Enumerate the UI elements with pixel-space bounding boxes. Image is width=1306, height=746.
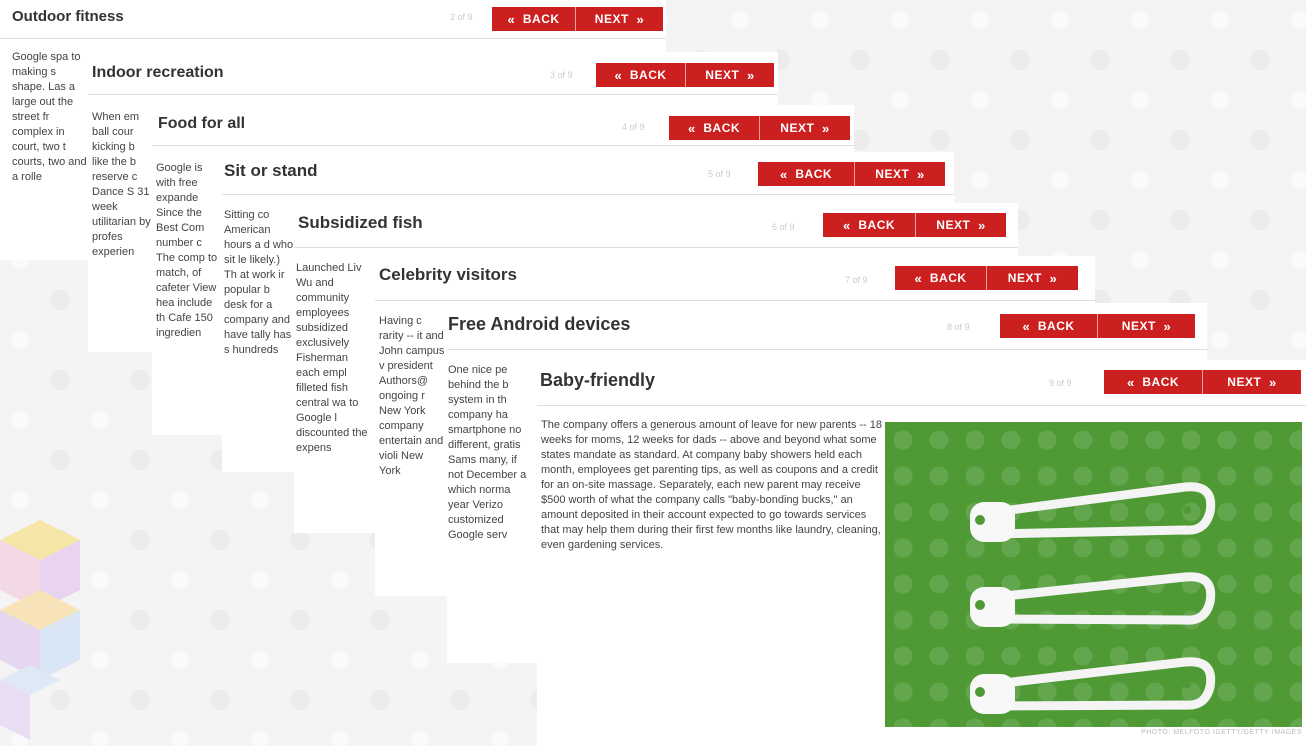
- chevron-double-right-icon: »: [1049, 270, 1058, 286]
- back-button[interactable]: « BACK: [895, 266, 987, 290]
- slide-title: Free Android devices: [448, 314, 631, 334]
- back-button[interactable]: « BACK: [1000, 314, 1098, 338]
- next-button[interactable]: NEXT »: [855, 162, 945, 186]
- chevron-double-right-icon: »: [1163, 318, 1172, 334]
- chevron-double-right-icon: »: [821, 120, 830, 136]
- next-button[interactable]: NEXT »: [760, 116, 850, 140]
- divider: [88, 94, 778, 95]
- slide-counter: 5 of 9: [708, 169, 731, 179]
- chevron-double-right-icon: »: [636, 11, 645, 27]
- next-button[interactable]: NEXT »: [987, 266, 1078, 290]
- back-button[interactable]: « BACK: [596, 63, 686, 87]
- slide-body-text: Google is with free expande Since the Be…: [156, 162, 218, 339]
- slide-title: Indoor recreation: [92, 64, 224, 81]
- slide-body-text: One nice pe behind the b system in th co…: [448, 364, 527, 541]
- divider: [447, 349, 1207, 350]
- slide-baby-friendly: Baby-friendly 9 of 9 « BACK NEXT » The c…: [537, 360, 1306, 746]
- slide-body-text: The company offers a generous amount of …: [541, 419, 882, 551]
- slide-counter: 2 of 9: [450, 12, 473, 22]
- slide-title: Food for all: [158, 115, 246, 132]
- back-button[interactable]: « BACK: [669, 116, 760, 140]
- slide-nav: « BACK NEXT »: [895, 266, 1078, 290]
- divider: [294, 247, 1018, 248]
- next-button[interactable]: NEXT »: [1098, 314, 1195, 338]
- safety-pins-illustration: [970, 482, 1216, 714]
- divider: [375, 300, 1095, 301]
- back-button[interactable]: « BACK: [492, 7, 576, 31]
- back-button[interactable]: « BACK: [758, 162, 855, 186]
- slide-body-text: When em ball cour kicking b like the b r…: [92, 111, 151, 258]
- slide-nav: « BACK NEXT »: [823, 213, 1006, 237]
- slide-nav: « BACK NEXT »: [1104, 370, 1301, 394]
- chevron-double-left-icon: «: [687, 120, 696, 136]
- slide-body-text: Google spa to making s shape. Las a larg…: [12, 51, 87, 183]
- chevron-double-left-icon: «: [1022, 318, 1031, 334]
- divider: [0, 38, 666, 39]
- slide-title: Baby-friendly: [540, 370, 656, 390]
- slide-counter: 3 of 9: [550, 70, 573, 80]
- slide-nav: « BACK NEXT »: [492, 7, 663, 31]
- slide-nav: « BACK NEXT »: [758, 162, 945, 186]
- safety-pins-photo: [885, 422, 1302, 727]
- chevron-double-left-icon: «: [614, 67, 623, 83]
- slide-counter: 8 of 9: [947, 322, 970, 332]
- slide-nav: « BACK NEXT »: [1000, 314, 1195, 338]
- divider: [222, 194, 954, 195]
- divider: [537, 405, 1306, 406]
- chevron-double-left-icon: «: [842, 217, 851, 233]
- slide-title: Sit or stand: [224, 161, 318, 180]
- chevron-double-left-icon: «: [914, 270, 923, 286]
- next-button[interactable]: NEXT »: [576, 7, 663, 31]
- slide-title: Celebrity visitors: [379, 265, 517, 284]
- slide-title: Outdoor fitness: [12, 8, 124, 25]
- next-button[interactable]: NEXT »: [686, 63, 774, 87]
- photo-credit: PHOTO: MELFOTO IGETTY/GETTY IMAGES: [1141, 729, 1302, 736]
- slide-counter: 4 of 9: [622, 122, 645, 132]
- chevron-double-right-icon: »: [977, 217, 986, 233]
- chevron-double-right-icon: »: [916, 166, 925, 182]
- slide-body-text: Launched Liv Wu and community employees …: [296, 262, 368, 454]
- slide-counter: 9 of 9: [1049, 378, 1072, 388]
- chevron-double-left-icon: «: [1126, 374, 1135, 390]
- chevron-double-right-icon: »: [1268, 374, 1277, 390]
- chevron-double-left-icon: «: [779, 166, 788, 182]
- slide-body-text: Sitting co American hours a d who sit le…: [224, 209, 294, 356]
- chevron-double-left-icon: «: [507, 11, 516, 27]
- back-button[interactable]: « BACK: [1104, 370, 1203, 394]
- slide-nav: « BACK NEXT »: [596, 63, 774, 87]
- next-button[interactable]: NEXT »: [1203, 370, 1301, 394]
- back-button[interactable]: « BACK: [823, 213, 916, 237]
- slide-body-text: Having c rarity -- it and John campus v …: [379, 315, 445, 477]
- slide-nav: « BACK NEXT »: [669, 116, 850, 140]
- slide-counter: 7 of 9: [845, 275, 868, 285]
- next-button[interactable]: NEXT »: [916, 213, 1006, 237]
- divider: [152, 145, 854, 146]
- slide-title: Subsidized fish: [298, 213, 423, 232]
- chevron-double-right-icon: »: [746, 67, 755, 83]
- slide-counter: 6 of 9: [772, 222, 795, 232]
- decorative-cubes-graphic: [0, 520, 80, 740]
